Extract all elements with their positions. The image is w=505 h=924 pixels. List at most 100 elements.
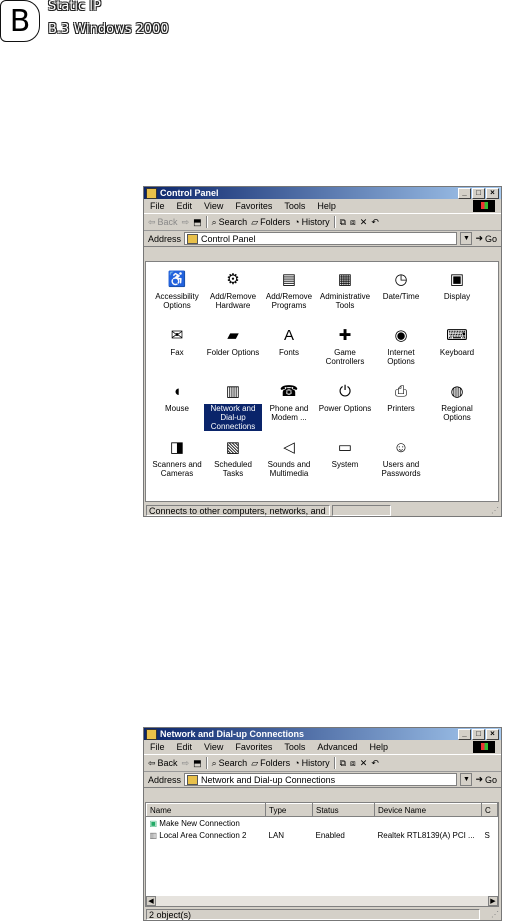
control-panel-item[interactable]: ◍ Regional Options <box>428 380 486 423</box>
menu-favorites[interactable]: Favorites <box>235 742 272 752</box>
control-panel-item[interactable]: ✚ Game Controllers <box>316 324 374 367</box>
menu-help[interactable]: Help <box>369 742 388 752</box>
delete-button[interactable]: ✕ <box>360 758 368 769</box>
control-panel-item[interactable]: ⚙ Add/Remove Hardware <box>204 268 262 311</box>
minimize-button[interactable]: _ <box>458 728 471 740</box>
column-header-type[interactable]: Type <box>265 803 313 817</box>
control-panel-item[interactable]: A Fonts <box>260 324 318 358</box>
section-title: Static IP <box>48 0 101 14</box>
menu-file[interactable]: File <box>150 201 165 211</box>
menu-favorites[interactable]: Favorites <box>235 201 272 211</box>
search-button[interactable]: ⌕ Search <box>212 217 248 228</box>
move-to-button[interactable]: ⧉ <box>340 758 346 769</box>
control-panel-item[interactable]: ☎ Phone and Modem ... <box>260 380 318 423</box>
up-folder-button[interactable]: ⬒ <box>193 758 202 769</box>
search-button[interactable]: ⌕ Search <box>212 758 248 769</box>
close-button[interactable]: × <box>486 728 499 740</box>
maximize-button[interactable]: □ <box>472 187 485 199</box>
forward-button[interactable]: ⇨ <box>182 758 190 769</box>
back-button[interactable]: ⇦ Back <box>148 758 178 769</box>
control-panel-item[interactable]: ▤ Add/Remove Programs <box>260 268 318 311</box>
copy-to-button[interactable]: ⧈ <box>350 758 356 769</box>
control-panel-item-label: Add/Remove Programs <box>265 292 313 310</box>
close-button[interactable]: × <box>486 187 499 199</box>
control-panel-item[interactable]: ✉ Fax <box>148 324 206 358</box>
clock-icon: ◷ <box>394 270 408 288</box>
column-header-c[interactable]: C <box>481 803 498 817</box>
scroll-left-icon[interactable]: ◀ <box>146 896 156 906</box>
control-panel-item[interactable]: ⌨ Keyboard <box>428 324 486 358</box>
control-panel-item[interactable]: ▣ Display <box>428 268 486 302</box>
go-button[interactable]: ➜ Go <box>475 233 497 244</box>
control-panel-item[interactable]: ◨ Scanners and Cameras <box>148 436 206 479</box>
speaker-icon: ◁ <box>283 438 295 456</box>
menu-advanced[interactable]: Advanced <box>317 742 357 752</box>
table-row[interactable]: ▣ Make New Connection <box>147 817 498 830</box>
control-panel-item[interactable]: ♿ Accessibility Options <box>148 268 206 311</box>
control-panel-item[interactable]: ⏻ Power Options <box>316 380 374 414</box>
windows-logo-icon <box>473 200 495 212</box>
horizontal-scrollbar[interactable]: ◀ ▶ <box>146 896 498 906</box>
row-device-cell <box>375 817 482 830</box>
maximize-button[interactable]: □ <box>472 728 485 740</box>
move-to-button[interactable]: ⧉ <box>340 217 346 228</box>
address-input[interactable]: Control Panel <box>184 232 458 245</box>
control-panel-item-label: Internet Options <box>387 348 415 366</box>
folders-button[interactable]: ▱ Folders <box>251 758 290 769</box>
menu-tools[interactable]: Tools <box>284 742 305 752</box>
address-label: Address <box>148 233 182 244</box>
menu-help[interactable]: Help <box>317 201 336 211</box>
menu-view[interactable]: View <box>204 201 223 211</box>
control-panel-item[interactable]: ▥ Network and Dial-up Connections <box>203 380 263 432</box>
control-panel-item-label: Fonts <box>278 348 299 357</box>
control-panel-item[interactable]: ◁ Sounds and Multimedia <box>260 436 318 479</box>
address-dropdown-button[interactable]: ▼ <box>460 232 473 245</box>
delete-button[interactable]: ✕ <box>360 217 368 228</box>
control-panel-item[interactable]: ◖ Mouse <box>148 380 206 414</box>
control-panel-item[interactable]: ⎙ Printers <box>372 380 430 414</box>
network-connections-window: Network and Dial-up Connections _ □ × Fi… <box>143 727 502 921</box>
forward-button[interactable]: ⇨ <box>182 217 190 228</box>
scroll-right-icon[interactable]: ▶ <box>488 896 498 906</box>
back-button[interactable]: ⇦ Back <box>148 217 178 228</box>
folder-options-icon: ▰ <box>227 326 239 344</box>
control-panel-item[interactable]: ◷ Date/Time <box>372 268 430 302</box>
control-panel-item[interactable]: ▭ System <box>316 436 374 470</box>
table-row[interactable]: ▥ Local Area Connection 2 LAN Enabled Re… <box>147 829 498 841</box>
control-panel-item[interactable]: ☺ Users and Passwords <box>372 436 430 479</box>
address-input[interactable]: Network and Dial-up Connections <box>184 773 458 786</box>
control-panel-item-label: Administrative Tools <box>319 292 371 310</box>
history-button[interactable]: ◔ History <box>294 758 329 768</box>
column-header-status[interactable]: Status <box>312 803 375 817</box>
up-folder-button[interactable]: ⬒ <box>193 217 202 228</box>
menu-view[interactable]: View <box>204 742 223 752</box>
status-text: Connects to other computers, networks, a… <box>146 504 330 516</box>
menu-tools[interactable]: Tools <box>284 201 305 211</box>
menu-edit[interactable]: Edit <box>177 742 193 752</box>
menu-bar: File Edit View Favorites Tools Help <box>144 199 501 214</box>
column-header-device-name[interactable]: Device Name <box>374 803 482 817</box>
menu-file[interactable]: File <box>150 742 165 752</box>
column-header-name[interactable]: Name <box>146 803 266 817</box>
control-panel-item[interactable]: ▦ Administrative Tools <box>316 268 374 311</box>
control-panel-item[interactable]: ▰ Folder Options <box>204 324 262 358</box>
resize-grip-icon[interactable]: ⋰ <box>491 910 499 919</box>
go-button[interactable]: ➜ Go <box>475 774 497 785</box>
go-arrow-icon: ➜ <box>475 233 483 243</box>
menu-edit[interactable]: Edit <box>177 201 193 211</box>
toolbar-separator <box>205 757 208 769</box>
control-panel-item[interactable]: ◉ Internet Options <box>372 324 430 367</box>
undo-button[interactable]: ↶ <box>371 217 379 228</box>
control-panel-item[interactable]: ▧ Scheduled Tasks <box>204 436 262 479</box>
menu-bar: File Edit View Favorites Tools Advanced … <box>144 740 501 755</box>
row-name-cell: ▣ Make New Connection <box>149 818 240 828</box>
address-dropdown-button[interactable]: ▼ <box>460 773 473 786</box>
minimize-button[interactable]: _ <box>458 187 471 199</box>
resize-grip-icon[interactable]: ⋰ <box>491 506 499 515</box>
copy-to-button[interactable]: ⧈ <box>350 217 356 228</box>
control-panel-item-label: Date/Time <box>382 292 420 301</box>
control-panel-item-label: Power Options <box>318 404 372 413</box>
undo-button[interactable]: ↶ <box>371 758 379 769</box>
folders-button[interactable]: ▱ Folders <box>251 217 290 228</box>
history-button[interactable]: ◔ History <box>294 217 329 227</box>
